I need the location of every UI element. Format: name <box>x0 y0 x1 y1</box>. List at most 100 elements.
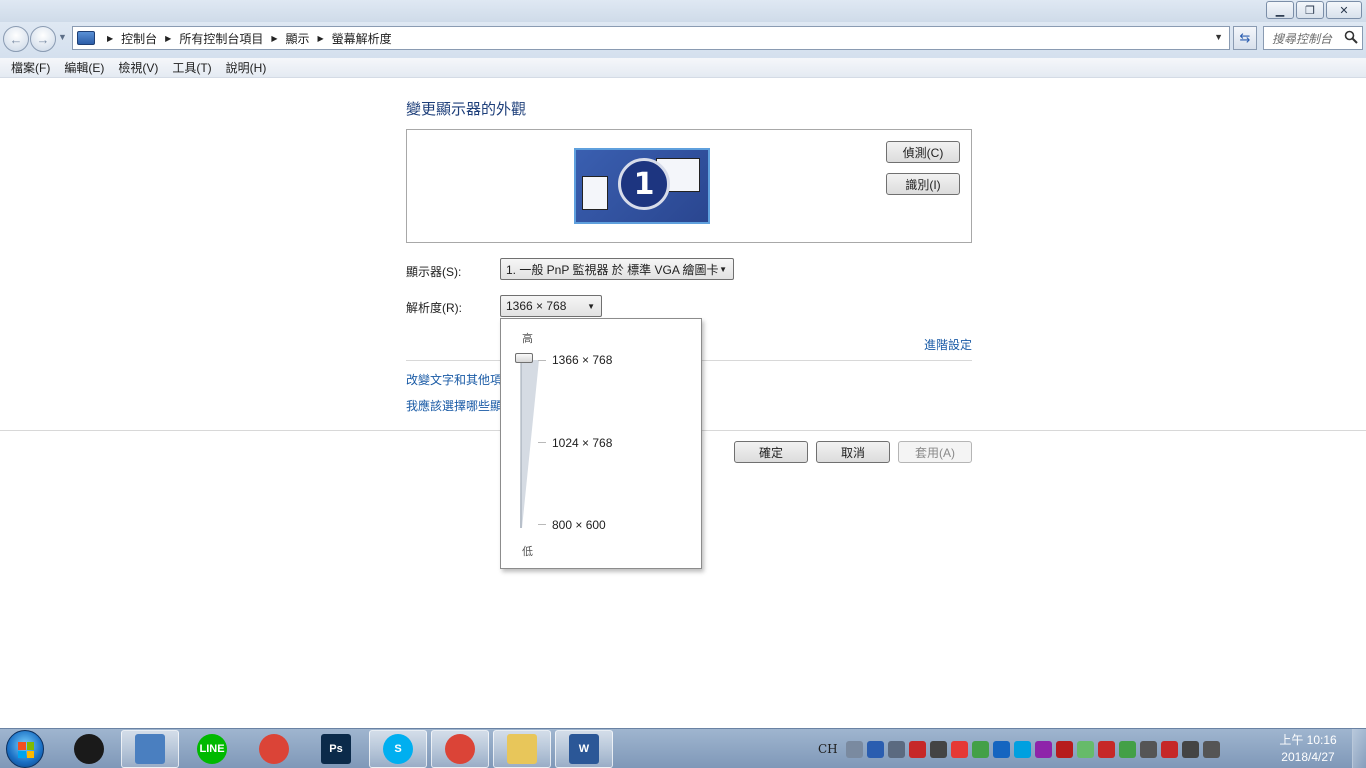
show-desktop-button[interactable] <box>1352 729 1366 768</box>
chevron-right-icon[interactable]: ▶ <box>271 34 277 43</box>
resolution-option[interactable]: 800 × 600 <box>552 518 606 532</box>
resolution-select[interactable]: 1366 × 768 ▼ <box>500 295 602 317</box>
taskbar-chrome-2[interactable] <box>431 730 489 768</box>
tray-icon[interactable] <box>1013 740 1031 758</box>
display-label: 顯示器(S): <box>406 265 462 279</box>
restore-button[interactable]: ❐ <box>1296 1 1324 19</box>
breadcrumb-all-items[interactable]: 所有控制台項目 <box>179 30 263 47</box>
word-icon: W <box>569 734 599 764</box>
chevron-right-icon[interactable]: ▶ <box>318 34 324 43</box>
address-bar[interactable]: ▶ 控制台 ▶ 所有控制台項目 ▶ 顯示 ▶ 螢幕解析度 ▼ <box>72 26 1230 50</box>
chrome-2-icon <box>445 734 475 764</box>
tray-icon[interactable] <box>866 740 884 758</box>
system-clock[interactable]: 上午 10:16 2018/4/27 <box>1270 732 1346 766</box>
breadcrumb: ▶ 控制台 ▶ 所有控制台項目 ▶ 顯示 ▶ 螢幕解析度 <box>99 30 392 47</box>
taskbar-photoshop[interactable]: Ps <box>307 730 365 768</box>
monitor-panel: 1 偵測(C) 識別(I) <box>406 129 972 243</box>
resolution-slider-thumb[interactable] <box>515 353 533 363</box>
refresh-icon: ⇆ <box>1239 30 1251 45</box>
taskbar-skype[interactable]: S <box>369 730 427 768</box>
slider-tick <box>538 360 546 361</box>
tray-icons <box>845 740 1220 758</box>
file-explorer-icon <box>507 734 537 764</box>
system-tray: CH <box>818 735 1220 763</box>
resolution-option[interactable]: 1024 × 768 <box>552 436 612 450</box>
chevron-right-icon[interactable]: ▶ <box>165 34 171 43</box>
search-icon[interactable] <box>1344 30 1358 44</box>
chevron-down-icon: ▼ <box>719 265 727 274</box>
resolution-slider-track[interactable] <box>520 360 540 528</box>
start-button[interactable] <box>6 730 44 768</box>
tray-icon[interactable] <box>887 740 905 758</box>
address-row: ← → ▼ ▶ 控制台 ▶ 所有控制台項目 ▶ 顯示 ▶ 螢幕解析度 ▼ ⇆ 搜… <box>0 22 1366 58</box>
tray-icon[interactable] <box>929 740 947 758</box>
tray-icon[interactable] <box>1160 740 1178 758</box>
tray-icon[interactable] <box>950 740 968 758</box>
advanced-settings-link[interactable]: 進階設定 <box>924 336 972 353</box>
taskbar-control-panel[interactable] <box>121 730 179 768</box>
address-history-dropdown[interactable]: ▼ <box>1214 32 1223 42</box>
low-label: 低 <box>522 546 533 558</box>
slider-tick <box>538 442 546 443</box>
input-language-indicator[interactable]: CH <box>818 742 838 756</box>
clock-time: 上午 10:16 <box>1279 733 1337 747</box>
apply-button[interactable]: 套用(A) <box>898 441 972 463</box>
chevron-right-icon[interactable]: ▶ <box>107 34 113 43</box>
back-button[interactable]: ← <box>3 26 29 52</box>
breadcrumb-display[interactable]: 顯示 <box>286 30 310 47</box>
tray-icon[interactable] <box>1055 740 1073 758</box>
display-select[interactable]: 1. 一般 PnP 監視器 於 標準 VGA 繪圖卡 ▼ <box>500 258 734 280</box>
monitor-number-badge: 1 <box>618 158 670 210</box>
tray-icon[interactable] <box>971 740 989 758</box>
monitor-1[interactable]: 1 <box>574 148 710 224</box>
taskbar-word[interactable]: W <box>555 730 613 768</box>
detect-button[interactable]: 偵測(C) <box>886 141 960 163</box>
search-placeholder: 搜尋控制台 <box>1272 31 1333 46</box>
tray-icon[interactable] <box>1139 740 1157 758</box>
tray-icon[interactable] <box>845 740 863 758</box>
breadcrumb-screen-resolution[interactable]: 螢幕解析度 <box>332 30 392 47</box>
slider-tick <box>538 524 546 525</box>
search-input[interactable]: 搜尋控制台 <box>1263 26 1363 50</box>
forward-button[interactable]: → <box>30 26 56 52</box>
taskbar-chrome[interactable] <box>245 730 303 768</box>
identify-button[interactable]: 識別(I) <box>886 173 960 195</box>
clock-date: 2018/4/27 <box>1281 750 1335 764</box>
taskbar-line[interactable]: LINE <box>183 730 241 768</box>
taskbar: LINE Ps S W CH 上午 10:16 2018/4/27 <box>0 728 1366 768</box>
tray-icon[interactable] <box>1118 740 1136 758</box>
tray-icon[interactable] <box>1034 740 1052 758</box>
title-bar: ▁ ❐ ✕ <box>0 0 1366 22</box>
line-icon: LINE <box>197 734 227 764</box>
resolution-option[interactable]: 1366 × 768 <box>552 353 612 367</box>
page-title: 變更顯示器的外觀 <box>406 101 527 118</box>
tray-icon[interactable] <box>992 740 1010 758</box>
menu-tools[interactable]: 工具(T) <box>165 59 218 76</box>
resolution-dropdown: 高 1366 × 768 1024 × 768 800 × 600 低 <box>500 318 702 569</box>
refresh-button[interactable]: ⇆ <box>1233 26 1257 50</box>
tray-icon[interactable] <box>1097 740 1115 758</box>
recent-pages-dropdown[interactable]: ▼ <box>58 32 67 42</box>
menu-edit[interactable]: 編輯(E) <box>57 59 111 76</box>
clock-app-icon <box>74 734 104 764</box>
menu-help[interactable]: 說明(H) <box>219 59 274 76</box>
menu-file[interactable]: 檔案(F) <box>4 59 57 76</box>
taskbar-file-explorer[interactable] <box>493 730 551 768</box>
breadcrumb-control-panel[interactable]: 控制台 <box>121 30 157 47</box>
text-size-link[interactable]: 改變文字和其他項 <box>406 371 502 388</box>
chrome-icon <box>259 734 289 764</box>
resolution-label: 解析度(R): <box>406 301 462 315</box>
which-display-link[interactable]: 我應該選擇哪些顯 <box>406 397 502 414</box>
tray-icon[interactable] <box>1181 740 1199 758</box>
menu-view[interactable]: 檢視(V) <box>111 59 165 76</box>
tray-icon[interactable] <box>1076 740 1094 758</box>
tray-icon[interactable] <box>908 740 926 758</box>
windows-logo-icon <box>18 742 34 758</box>
taskbar-clock-app[interactable] <box>60 730 118 768</box>
tray-icon[interactable] <box>1202 740 1220 758</box>
main-content: 變更顯示器的外觀 1 偵測(C) 識別(I) 顯示器(S): 1. 一般 PnP… <box>0 79 1366 727</box>
minimize-button[interactable]: ▁ <box>1266 1 1294 19</box>
cancel-button[interactable]: 取消 <box>816 441 890 463</box>
ok-button[interactable]: 確定 <box>734 441 808 463</box>
close-button[interactable]: ✕ <box>1326 1 1362 19</box>
